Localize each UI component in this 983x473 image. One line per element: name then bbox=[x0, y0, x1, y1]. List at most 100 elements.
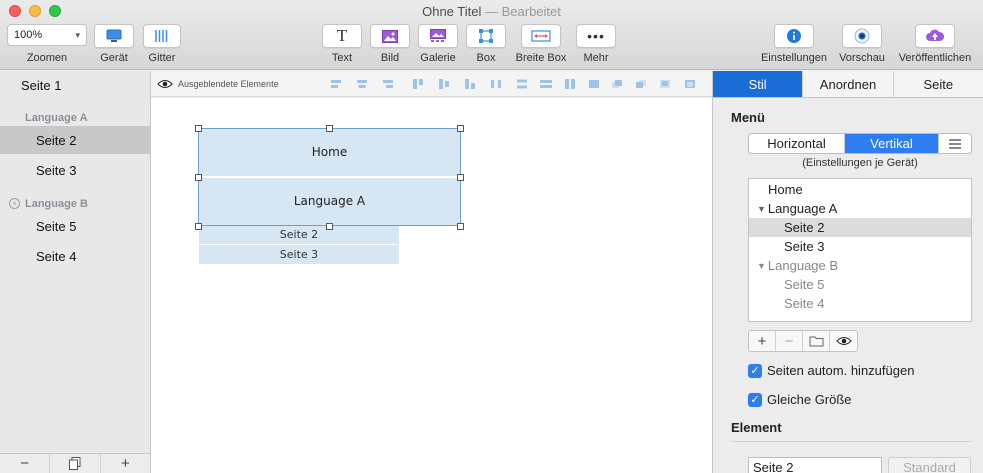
resize-handle-top[interactable] bbox=[326, 125, 333, 132]
plus-icon: + bbox=[120, 455, 130, 472]
eye-icon[interactable] bbox=[157, 79, 173, 89]
tab-stil[interactable]: Stil bbox=[713, 71, 804, 97]
element-name-field[interactable]: Seite 2 bbox=[748, 457, 882, 473]
menu-options-button[interactable] bbox=[939, 134, 971, 153]
distribute-horizontal-icon[interactable] bbox=[490, 79, 502, 89]
distribute-vertical-icon[interactable] bbox=[516, 79, 528, 89]
grid-tool[interactable]: Gitter bbox=[143, 24, 181, 64]
align-top-icon[interactable] bbox=[412, 79, 424, 89]
design-canvas[interactable]: Home Language A Seite 2 Seite 3 bbox=[151, 98, 712, 473]
resize-handle-left[interactable] bbox=[195, 174, 202, 181]
hidden-elements-label[interactable]: Ausgeblendete Elemente bbox=[178, 79, 279, 89]
add-page-button[interactable]: + bbox=[101, 454, 150, 473]
gallery-button[interactable] bbox=[418, 24, 458, 48]
send-to-back-icon[interactable] bbox=[684, 79, 696, 89]
add-menu-item-button[interactable]: + bbox=[749, 331, 776, 351]
sidebar-item-seite-5[interactable]: Seite 5 bbox=[0, 212, 150, 240]
sidebar-item-label: Seite 2 bbox=[36, 132, 77, 148]
align-left-icon[interactable] bbox=[330, 79, 342, 89]
submenu-item-seite-2[interactable]: Seite 2 bbox=[199, 225, 399, 244]
publish-label: Veröffentlichen bbox=[898, 52, 972, 64]
send-backward-icon[interactable] bbox=[635, 79, 647, 89]
tree-item-language-a[interactable]: ▼ Language A bbox=[749, 199, 971, 218]
image-button[interactable] bbox=[370, 24, 410, 48]
bring-to-front-icon[interactable] bbox=[659, 79, 671, 89]
resize-handle-bottom-right[interactable] bbox=[457, 223, 464, 230]
minus-icon: − bbox=[784, 332, 794, 350]
resize-handle-right[interactable] bbox=[457, 174, 464, 181]
text-button[interactable]: T bbox=[322, 24, 362, 48]
publish-button[interactable] bbox=[915, 24, 955, 48]
gallery-tool[interactable]: Galerie bbox=[418, 24, 458, 64]
bring-forward-icon[interactable] bbox=[611, 79, 623, 89]
sidebar-item-seite-3[interactable]: Seite 3 bbox=[0, 156, 150, 184]
checkmark-icon: ✓ bbox=[748, 392, 762, 407]
device-button[interactable] bbox=[94, 24, 134, 48]
tab-anordnen[interactable]: Anordnen bbox=[803, 71, 894, 97]
duplicate-page-button[interactable] bbox=[50, 454, 101, 473]
align-right-icon[interactable] bbox=[382, 79, 394, 89]
disclosure-triangle-icon[interactable]: ▼ bbox=[757, 261, 766, 271]
orientation-horizontal-button[interactable]: Horizontal bbox=[749, 134, 845, 153]
sidebar-group-language-b[interactable]: Language B bbox=[25, 198, 88, 210]
tree-item-seite-5[interactable]: Seite 5 bbox=[749, 275, 971, 294]
resize-handle-bottom-left[interactable] bbox=[195, 223, 202, 230]
publish-tool[interactable]: Veröffentlichen bbox=[894, 24, 976, 64]
tree-item-home[interactable]: Home bbox=[749, 180, 971, 199]
resize-handle-top-right[interactable] bbox=[457, 125, 464, 132]
box-button[interactable] bbox=[466, 24, 506, 48]
tab-seite[interactable]: Seite bbox=[893, 71, 983, 97]
minus-icon: − bbox=[20, 455, 30, 472]
text-tool[interactable]: T Text bbox=[322, 24, 362, 64]
add-folder-button[interactable] bbox=[803, 331, 830, 351]
same-height-icon[interactable] bbox=[564, 79, 576, 89]
auto-add-pages-checkbox[interactable]: ✓ Seiten autom. hinzufügen bbox=[748, 363, 914, 378]
zoom-select[interactable]: 100% ▾ bbox=[7, 24, 87, 46]
remove-page-button[interactable]: − bbox=[0, 454, 51, 473]
tree-item-language-b[interactable]: ▼ Language B bbox=[749, 256, 971, 275]
settings-tool[interactable]: Einstellungen bbox=[757, 24, 831, 64]
image-tool[interactable]: Bild bbox=[370, 24, 410, 64]
title-separator: — bbox=[481, 4, 502, 19]
align-center-icon[interactable] bbox=[356, 79, 368, 89]
window-toolbar: Ohne Titel — Bearbeitet 100% ▾ Zoomen Ge… bbox=[0, 0, 983, 70]
disclosure-triangle-icon[interactable]: ▼ bbox=[757, 204, 766, 214]
same-size-icon[interactable] bbox=[588, 79, 600, 89]
grid-button[interactable] bbox=[143, 24, 181, 48]
sidebar-item-seite-1[interactable]: Seite 1 bbox=[0, 71, 150, 99]
sidebar-group-language-a[interactable]: Language A bbox=[25, 112, 88, 124]
visibility-toggle-button[interactable] bbox=[830, 331, 857, 351]
settings-button[interactable] bbox=[774, 24, 814, 48]
same-size-label: Gleiche Größe bbox=[767, 392, 852, 407]
sidebar-item-seite-4[interactable]: Seite 4 bbox=[0, 242, 150, 270]
more-tool[interactable]: ••• Mehr bbox=[576, 24, 616, 64]
resize-handle-bottom[interactable] bbox=[326, 223, 333, 230]
tree-item-label: Seite 3 bbox=[784, 239, 825, 254]
remove-menu-item-button[interactable]: − bbox=[776, 331, 803, 351]
tree-item-seite-4[interactable]: Seite 4 bbox=[749, 294, 971, 313]
orientation-vertical-button[interactable]: Vertikal bbox=[845, 134, 939, 153]
align-middle-icon[interactable] bbox=[438, 79, 450, 89]
box-tool[interactable]: Box bbox=[466, 24, 506, 64]
sidebar-item-seite-2[interactable]: Seite 2 bbox=[0, 126, 150, 154]
device-label: Gerät bbox=[100, 52, 128, 64]
wide-box-tool[interactable]: Breite Box bbox=[514, 24, 568, 64]
wide-box-icon bbox=[531, 30, 551, 42]
same-size-checkbox[interactable]: ✓ Gleiche Größe bbox=[748, 392, 852, 407]
eye-icon bbox=[854, 28, 870, 44]
device-tool[interactable]: Gerät bbox=[94, 24, 134, 64]
resize-handle-top-left[interactable] bbox=[195, 125, 202, 132]
standard-button[interactable]: Standard bbox=[888, 457, 971, 473]
same-width-icon[interactable] bbox=[540, 79, 552, 89]
hamburger-icon bbox=[949, 138, 961, 149]
align-bottom-icon[interactable] bbox=[464, 79, 476, 89]
tree-item-seite-3[interactable]: Seite 3 bbox=[749, 237, 971, 256]
image-label: Bild bbox=[380, 52, 400, 64]
submenu-item-seite-3[interactable]: Seite 3 bbox=[199, 245, 399, 264]
hidden-circle-x-icon: × bbox=[9, 198, 20, 209]
preview-button[interactable] bbox=[842, 24, 882, 48]
wide-box-button[interactable] bbox=[521, 24, 561, 48]
more-button[interactable]: ••• bbox=[576, 24, 616, 48]
preview-tool[interactable]: Vorschau bbox=[836, 24, 888, 64]
tree-item-seite-2[interactable]: Seite 2 bbox=[749, 218, 971, 237]
